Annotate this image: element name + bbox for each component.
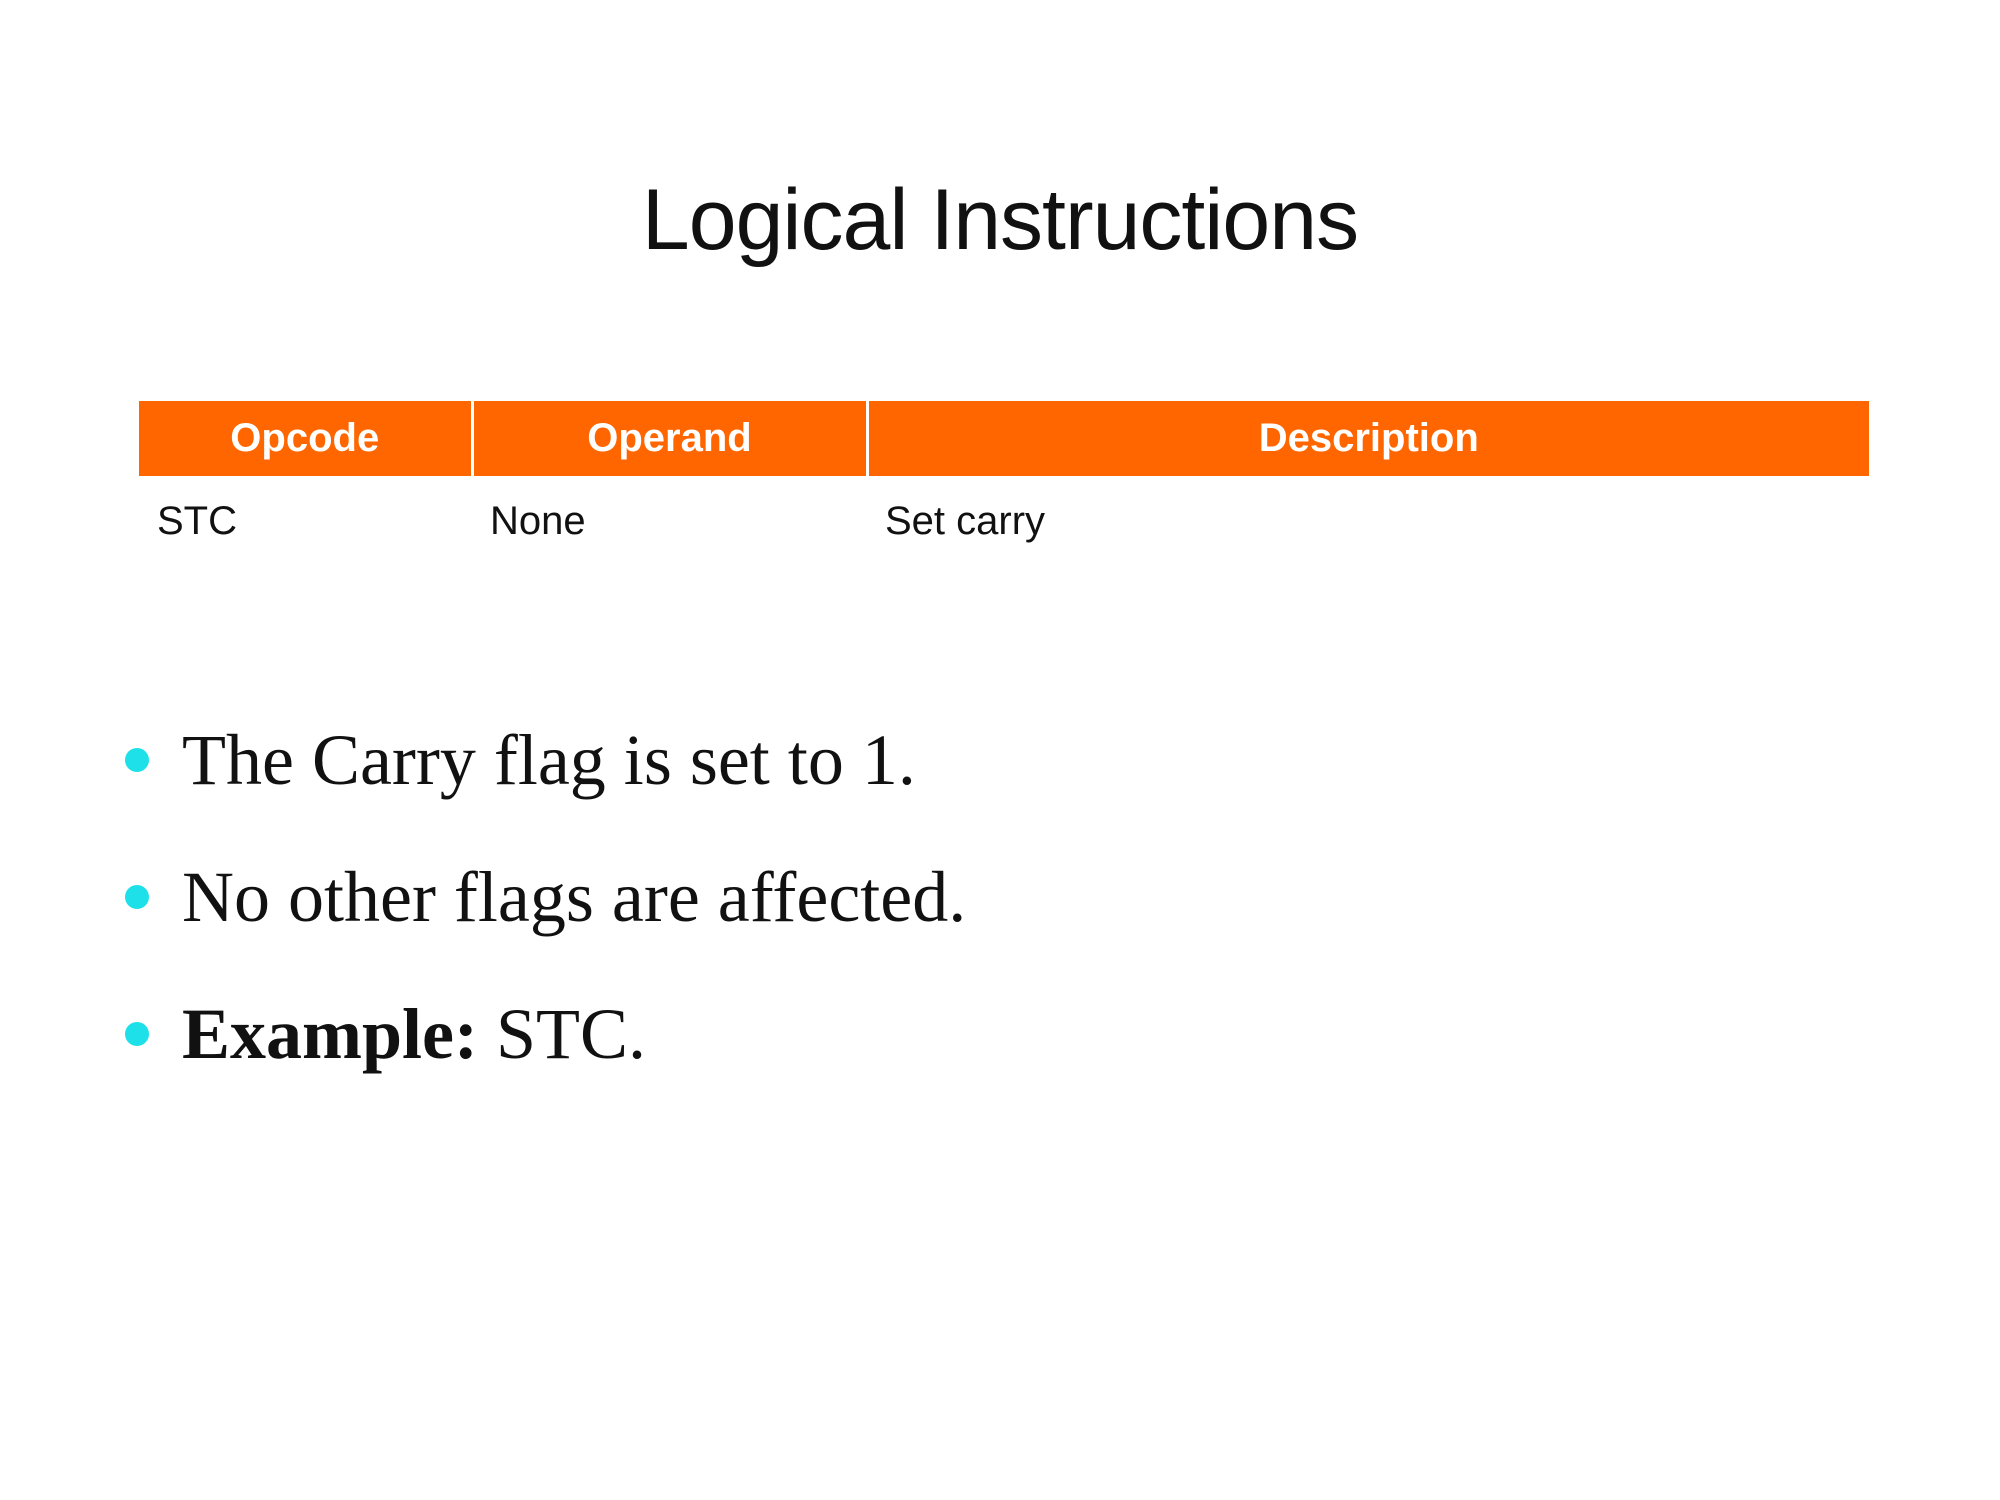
example-label: Example:	[182, 994, 478, 1074]
table-row: STC None Set carry	[139, 476, 1869, 566]
header-operand: Operand	[472, 401, 869, 476]
bullet-dot-icon	[125, 885, 149, 909]
bullet-text: STC.	[477, 994, 647, 1074]
bullet-text: No other flags are affected.	[182, 857, 967, 937]
header-opcode: Opcode	[139, 401, 474, 476]
bullet-item: Example: STC.	[120, 974, 966, 1111]
slide-title: Logical Instructions	[641, 172, 1359, 268]
cell-description: Set carry	[885, 498, 1046, 543]
slide: Logical Instructions Opcode Operand Desc…	[0, 0, 2000, 1500]
bullet-dot-icon	[125, 1022, 149, 1046]
instruction-table: Opcode Operand Description STC None Set …	[139, 401, 1869, 566]
table-header-row: Opcode Operand Description	[139, 401, 1869, 476]
header-description: Description	[867, 401, 1869, 476]
bullet-list: The Carry flag is set to 1. No other fla…	[120, 700, 966, 1111]
cell-operand: None	[490, 498, 586, 543]
cell-opcode: STC	[157, 498, 237, 543]
bullet-text: The Carry flag is set to 1.	[182, 720, 916, 800]
bullet-dot-icon	[125, 748, 149, 772]
bullet-item: No other flags are affected.	[120, 837, 966, 974]
bullet-item: The Carry flag is set to 1.	[120, 700, 966, 837]
